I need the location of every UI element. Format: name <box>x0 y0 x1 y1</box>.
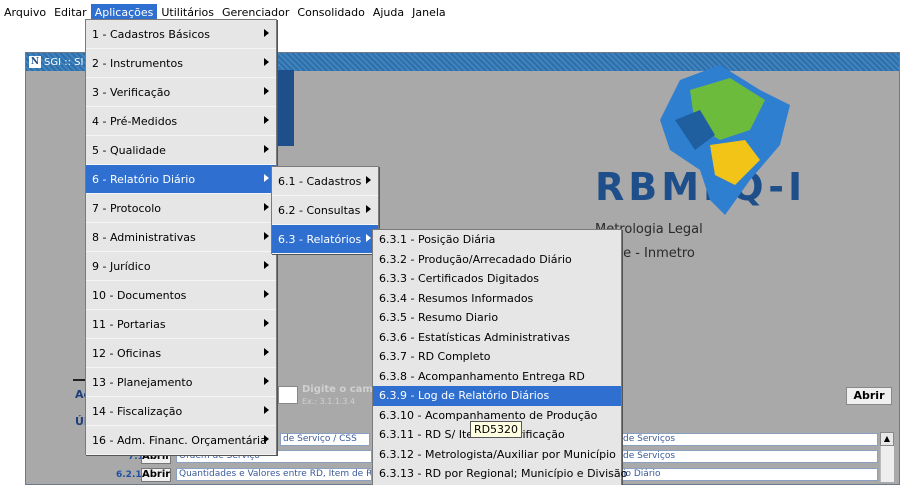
submenu-arrow-icon <box>366 205 371 213</box>
scrollbar-track[interactable] <box>880 446 894 482</box>
menu-consolidado[interactable]: Consolidado <box>293 4 368 21</box>
menu-item-resumo-diario[interactable]: 6.3.5 - Resumo Diario <box>373 308 621 328</box>
menu-item-rd-completo[interactable]: 6.3.7 - RD Completo <box>373 347 621 367</box>
menu-item-acompanhamento-entrega-rd[interactable]: 6.3.8 - Acompanhamento Entrega RD <box>373 367 621 387</box>
menu-item-consultas[interactable]: 6.2 - Consultas <box>272 196 378 225</box>
menu-item-posicao-diaria[interactable]: 6.3.1 - Posição Diária <box>373 230 621 250</box>
submenu-arrow-icon <box>264 261 269 269</box>
submenu-arrow-icon <box>264 435 269 443</box>
recent-row-field-2[interactable]: de Serviços <box>620 450 878 463</box>
recent-row-field[interactable]: Quantidades e Valores entre RD, Item de … <box>176 468 372 481</box>
menu-item-cadastros-basicos[interactable]: 1 - Cadastros Básicos <box>86 20 276 49</box>
menu-item-portarias[interactable]: 11 - Portarias <box>86 310 276 339</box>
path-input[interactable] <box>278 386 298 404</box>
submenu-arrow-icon <box>264 377 269 385</box>
menu-item-relatorio-diario[interactable]: 6 - Relatório Diário <box>86 165 276 194</box>
path-hint: Digite o camir <box>302 384 382 395</box>
menu-editar[interactable]: Editar <box>50 4 91 21</box>
submenu-arrow-icon <box>366 234 371 242</box>
menu-item-pre-medidos[interactable]: 4 - Pré-Medidos <box>86 107 276 136</box>
app-icon: N <box>29 56 41 68</box>
submenu-arrow-icon <box>264 203 269 211</box>
brazil-map-logo <box>660 65 790 215</box>
menu-item-estatisticas-administrativas[interactable]: 6.3.6 - Estatísticas Administrativas <box>373 328 621 348</box>
submenu-arrow-icon <box>366 176 371 184</box>
menu-item-certificados-digitados[interactable]: 6.3.3 - Certificados Digitados <box>373 269 621 289</box>
recent-row-open-button[interactable]: Abrir <box>141 468 171 482</box>
submenu-arrow-icon <box>264 232 269 240</box>
menu-item-resumos-informados[interactable]: 6.3.4 - Resumos Informados <box>373 289 621 309</box>
submenu-arrow-icon <box>264 87 269 95</box>
menu-aplicacoes[interactable]: Aplicações <box>90 3 158 21</box>
divider <box>73 379 85 381</box>
submenu-arrow-icon <box>264 116 269 124</box>
menu-item-metrologista-auxiliar[interactable]: 6.3.12 - Metrologista/Auxiliar por Munic… <box>373 445 621 465</box>
menu-item-adm-financ[interactable]: 16 - Adm. Financ. Orçamentária <box>86 426 276 455</box>
submenu-arrow-icon <box>264 319 269 327</box>
menu-utilitarios[interactable]: Utilitários <box>157 4 218 21</box>
tooltip: RD5320 <box>470 421 522 438</box>
menu-item-log-relatorio-diarios[interactable]: 6.3.9 - Log de Relatório Diários <box>373 386 621 406</box>
menu-item-administrativas[interactable]: 8 - Administrativas <box>86 223 276 252</box>
menu-item-verificacao[interactable]: 3 - Verificação <box>86 78 276 107</box>
open-button[interactable]: Abrir <box>846 387 892 405</box>
menu-item-instrumentos[interactable]: 2 - Instrumentos <box>86 49 276 78</box>
recent-row-code: 6.2.1 <box>116 470 142 480</box>
menu-item-oficinas[interactable]: 12 - Oficinas <box>86 339 276 368</box>
menu-gerenciador[interactable]: Gerenciador <box>218 4 293 21</box>
scroll-up-arrow-icon[interactable]: ▲ <box>880 432 894 446</box>
path-example: Ex.: 3.1.1.3.4 <box>302 397 356 406</box>
recent-row-field-2[interactable]: io Diário <box>620 468 878 481</box>
submenu-arrow-icon <box>264 406 269 414</box>
submenu-arrow-icon <box>264 145 269 153</box>
menu-item-relatorios[interactable]: 6.3 - Relatórios <box>272 225 378 254</box>
menu-arquivo[interactable]: Arquivo <box>0 4 50 21</box>
recent-row-field-2[interactable]: de Serviços <box>620 433 878 446</box>
menu-item-protocolo[interactable]: 7 - Protocolo <box>86 194 276 223</box>
submenu-arrow-icon <box>264 174 269 182</box>
relatorio-diario-submenu: 6.1 - Cadastros 6.2 - Consultas 6.3 - Re… <box>271 166 379 254</box>
menu-item-fiscalizacao[interactable]: 14 - Fiscalização <box>86 397 276 426</box>
relatorios-submenu: 6.3.1 - Posição Diária 6.3.2 - Produção/… <box>372 229 627 485</box>
menu-item-juridico[interactable]: 9 - Jurídico <box>86 252 276 281</box>
menu-item-qualidade[interactable]: 5 - Qualidade <box>86 136 276 165</box>
submenu-arrow-icon <box>264 58 269 66</box>
menu-item-planejamento[interactable]: 13 - Planejamento <box>86 368 276 397</box>
menu-item-documentos[interactable]: 10 - Documentos <box>86 281 276 310</box>
menu-janela[interactable]: Janela <box>408 4 450 21</box>
submenu-arrow-icon <box>264 348 269 356</box>
submenu-arrow-icon <box>264 29 269 37</box>
menu-ajuda[interactable]: Ajuda <box>369 4 408 21</box>
submenu-arrow-icon <box>264 290 269 298</box>
menu-item-cadastros[interactable]: 6.1 - Cadastros <box>272 167 378 196</box>
window-title: SGI :: SI <box>44 56 84 68</box>
menu-item-rd-por-regional[interactable]: 6.3.13 - RD por Regional; Município e Di… <box>373 464 627 484</box>
recent-row-field[interactable]: de Serviço / CSS <box>280 433 370 446</box>
aplicacoes-menu: 1 - Cadastros Básicos 2 - Instrumentos 3… <box>85 19 277 455</box>
menu-item-producao-arrecadado[interactable]: 6.3.2 - Produção/Arrecadado Diário <box>373 250 621 270</box>
